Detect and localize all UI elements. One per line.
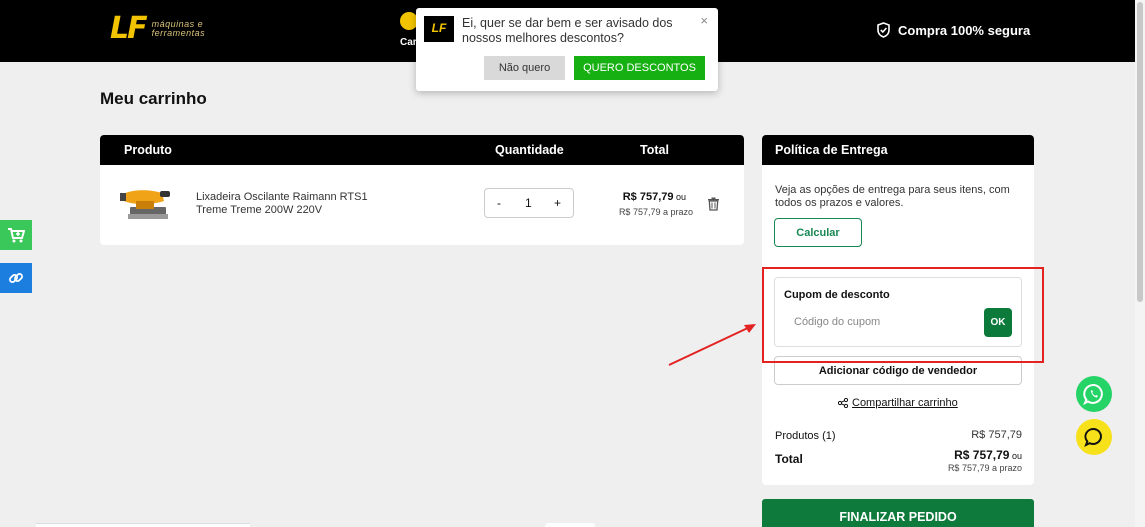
column-product: Produto (124, 143, 172, 157)
trash-icon[interactable] (707, 197, 720, 211)
close-icon[interactable]: × (700, 13, 708, 28)
newsletter-popup: LF Ei, quer se dar bem e ser avisado dos… (416, 8, 718, 91)
header-cart-label[interactable]: Car (400, 37, 417, 48)
total-label: Total (775, 452, 803, 466)
quantity-stepper: - 1 + (484, 188, 574, 218)
quantity-value[interactable]: 1 (525, 196, 532, 210)
cart-table: Produto Quantidade Total Lixadeira Oscil… (100, 135, 744, 245)
increase-quantity-button[interactable]: + (554, 196, 561, 210)
item-price: R$ 757,79 ou (622, 191, 686, 203)
annotation-arrow-icon (668, 324, 756, 366)
product-image[interactable] (118, 181, 174, 223)
column-total: Total (640, 143, 669, 157)
page-scrollbar[interactable] (1135, 0, 1145, 527)
total-value: R$ 757,79 ou (954, 448, 1022, 462)
site-logo[interactable]: LF máquinas e ferramentas (110, 14, 205, 44)
whatsapp-icon (1083, 383, 1103, 405)
bottom-panel-edge (36, 523, 250, 527)
product-name[interactable]: Lixadeira Oscilante Raimann RTS1 Treme T… (196, 191, 386, 217)
chat-button[interactable] (1076, 419, 1112, 455)
whatsapp-button[interactable] (1076, 376, 1112, 412)
cart-table-header: Produto Quantidade Total (100, 135, 744, 165)
delivery-description: Veja as opções de entrega para seus iten… (775, 184, 1010, 209)
column-quantity: Quantidade (495, 143, 564, 157)
total-installment: R$ 757,79 a prazo (947, 463, 1022, 473)
popup-logo: LF (424, 16, 454, 42)
finalize-order-button[interactable]: FINALIZAR PEDIDO (762, 499, 1034, 527)
floating-cart-button[interactable] (0, 220, 32, 250)
link-icon (9, 273, 23, 283)
calculate-shipping-button[interactable]: Calcular (774, 218, 862, 247)
products-count-label: Produtos (1) (775, 430, 836, 442)
cart-plus-icon (8, 228, 25, 243)
popup-message: Ei, quer se dar bem e ser avisado dos no… (462, 16, 673, 45)
annotation-highlight-box (762, 267, 1044, 363)
products-subtotal: R$ 757,79 (971, 429, 1022, 441)
floating-link-button[interactable] (0, 263, 32, 293)
secure-purchase-label: Compra 100% segura (876, 22, 1030, 38)
chat-bubble-icon (1084, 428, 1102, 448)
decrease-quantity-button[interactable]: - (497, 196, 501, 210)
logo-mark: LF (110, 11, 148, 46)
logo-tagline: máquinas e ferramentas (151, 19, 206, 38)
page-title: Meu carrinho (100, 89, 207, 108)
item-price-installment: R$ 757,79 a prazo (618, 207, 693, 217)
share-cart-link[interactable]: Compartilhar carrinho (838, 397, 958, 409)
delivery-policy-title: Política de Entrega (762, 135, 1034, 165)
accept-discounts-button[interactable]: QUERO DESCONTOS (574, 56, 705, 80)
share-icon (838, 398, 848, 408)
bottom-tab-edge (545, 523, 595, 527)
shield-check-icon (877, 22, 890, 38)
scrollbar-thumb[interactable] (1137, 2, 1143, 302)
decline-button[interactable]: Não quero (484, 56, 565, 80)
